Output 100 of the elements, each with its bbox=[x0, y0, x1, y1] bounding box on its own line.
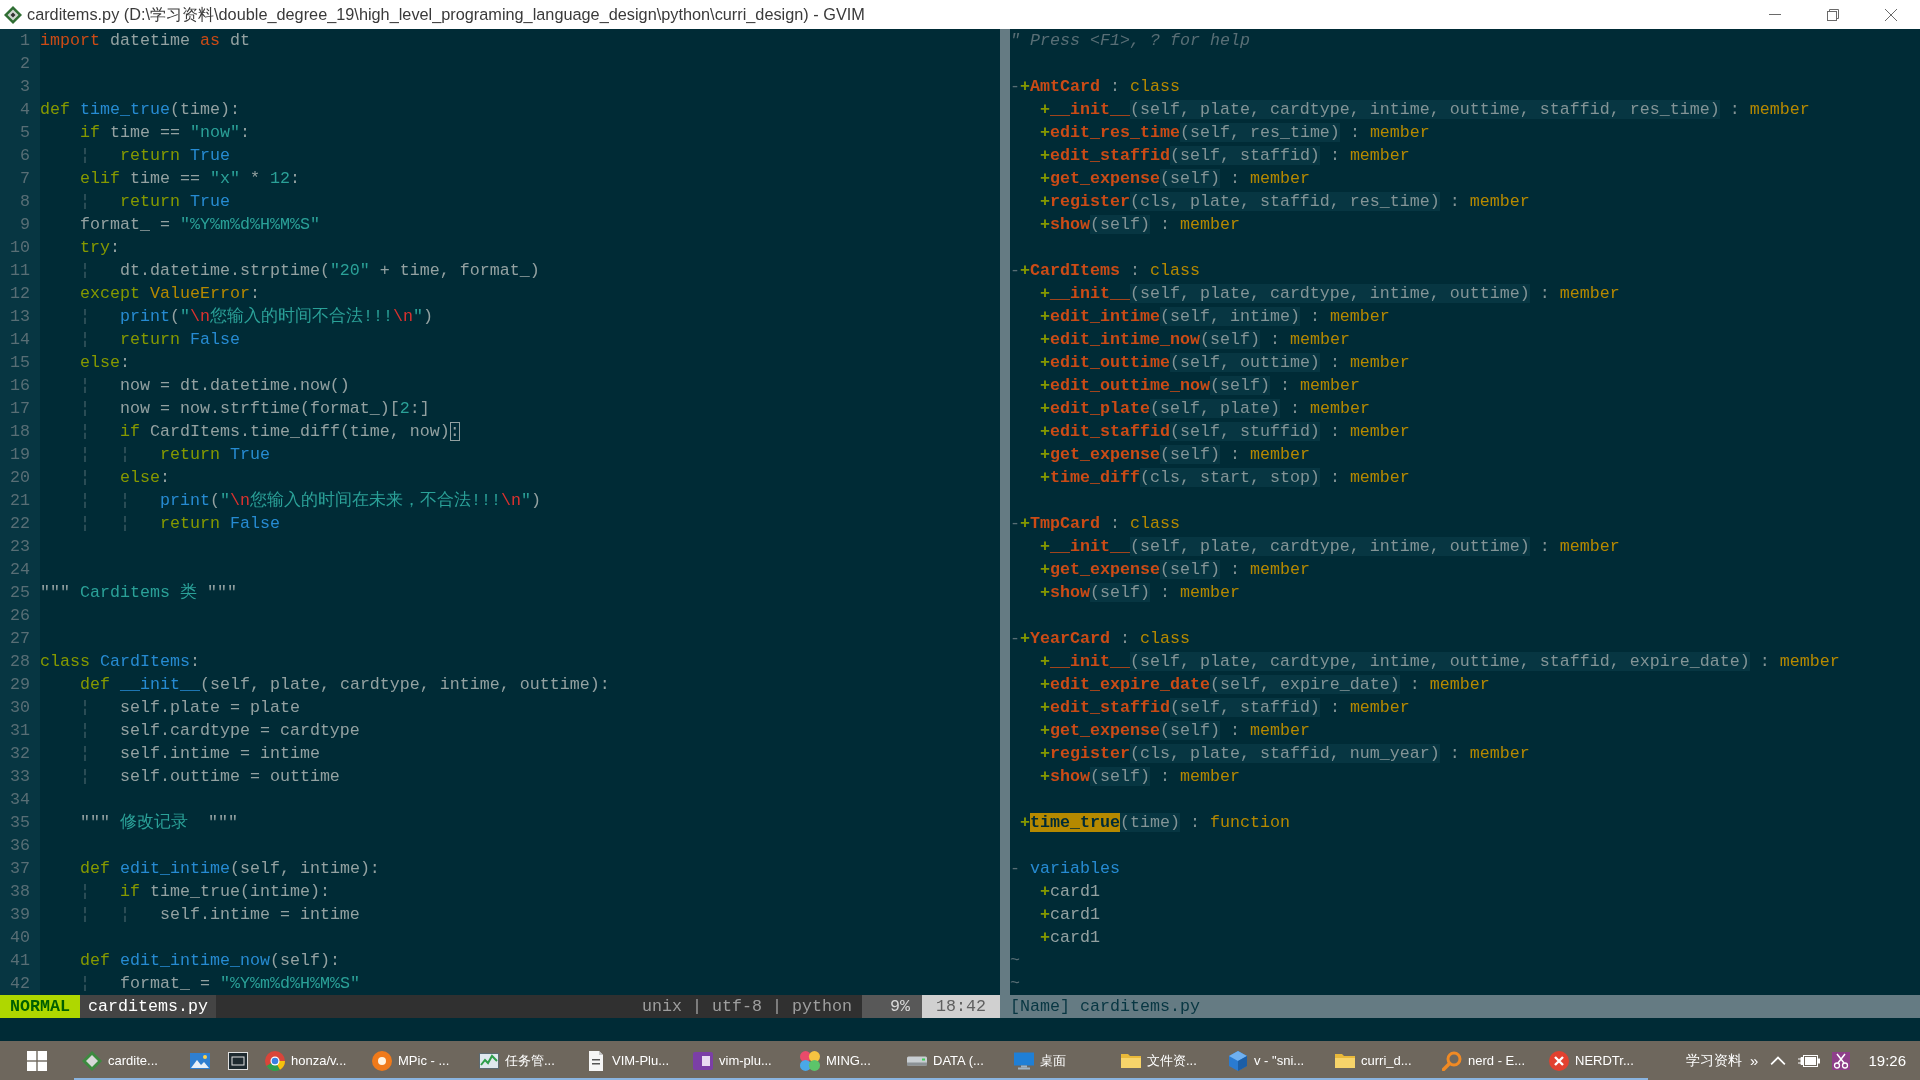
taskbar-button[interactable]: curri_d... bbox=[1327, 1041, 1434, 1080]
code-line: import datetime as dt bbox=[40, 30, 250, 52]
code-line: else: bbox=[80, 352, 130, 374]
file-info: unix | utf-8 | python bbox=[642, 996, 853, 1018]
search-icon bbox=[1442, 1050, 1462, 1071]
tag-entry[interactable]: +edit_outtime(self, outtime) : member bbox=[1040, 353, 1410, 372]
close-icon bbox=[1885, 8, 1897, 21]
code-line: ¦ ¦ print("\n您输入的时间在未来，不合法!!!\n") bbox=[80, 490, 541, 512]
taskbar-button[interactable]: 任务管... bbox=[471, 1041, 578, 1080]
tag-entry[interactable]: -+TmpCard : class bbox=[1010, 514, 1180, 533]
line-number: 35 bbox=[10, 813, 30, 832]
line-number: 28 bbox=[10, 652, 30, 671]
tag-entry[interactable]: +get_expense(self) : member bbox=[1040, 721, 1310, 740]
taskbar-button[interactable]: 文件资... bbox=[1113, 1041, 1220, 1080]
circle-icon bbox=[265, 1050, 285, 1071]
line-number: 42 bbox=[10, 974, 30, 993]
code-line: def time_true(time): bbox=[40, 99, 240, 121]
disc-icon bbox=[372, 1050, 392, 1071]
tag-entry[interactable]: +show(self) : member bbox=[1040, 767, 1240, 786]
line-number: 26 bbox=[10, 606, 30, 625]
scissors-icon[interactable] bbox=[1832, 1051, 1851, 1070]
tag-entry[interactable]: -+YearCard : class bbox=[1010, 629, 1190, 648]
tag-entry[interactable]: +edit_staffid(self, staffid) : member bbox=[1040, 146, 1410, 165]
tag-group-heading[interactable]: - variables bbox=[1010, 859, 1120, 878]
line-number: 5 bbox=[20, 123, 30, 142]
taskbar-button[interactable]: honza/v... bbox=[257, 1041, 364, 1080]
taskbar-button[interactable]: 桌面 bbox=[1006, 1041, 1113, 1080]
tag-entry[interactable]: +edit_plate(self, plate) : member bbox=[1040, 399, 1370, 418]
tag-entry[interactable]: -+AmtCard : class bbox=[1010, 77, 1180, 96]
line-number: 3 bbox=[20, 77, 30, 96]
taskbar-button[interactable]: cardite... bbox=[74, 1041, 181, 1080]
mode-indicator: NORMAL bbox=[0, 995, 80, 1018]
cross-icon bbox=[1549, 1050, 1569, 1071]
line-number: 14 bbox=[10, 330, 30, 349]
cursor-position: 18:42 bbox=[922, 995, 1000, 1018]
line-number: 9 bbox=[20, 215, 30, 234]
code-line: ¦ return True bbox=[80, 191, 230, 213]
tag-entry[interactable]: +card1 bbox=[1040, 905, 1100, 924]
line-number: 22 bbox=[10, 514, 30, 533]
help-hint: " Press <F1>, ? for help bbox=[1010, 31, 1250, 50]
line-number: 12 bbox=[10, 284, 30, 303]
code-line: ¦ format_ = "%Y%m%d%H%M%S" bbox=[80, 973, 360, 995]
taskbar-button[interactable]: VIM-Plu... bbox=[578, 1041, 685, 1080]
diamond-icon bbox=[82, 1050, 102, 1071]
taskbar-button[interactable]: MING... bbox=[792, 1041, 899, 1080]
line-number: 13 bbox=[10, 307, 30, 326]
toolbar-label[interactable]: 学习资料 bbox=[1686, 1051, 1743, 1070]
battery-icon[interactable] bbox=[1798, 1054, 1821, 1067]
taskbar-button[interactable]: vim-plu... bbox=[685, 1041, 792, 1080]
line-number: 4 bbox=[20, 100, 30, 119]
tag-entry[interactable]: +show(self) : member bbox=[1040, 583, 1240, 602]
tag-entry[interactable]: +card1 bbox=[1040, 928, 1100, 947]
tag-entry[interactable]: +edit_staffid(self, staffid) : member bbox=[1040, 698, 1410, 717]
clock: 19:26 bbox=[1868, 1052, 1906, 1069]
taskbar-button[interactable]: nerd - E... bbox=[1434, 1041, 1541, 1080]
code-line: ¦ self.plate = plate bbox=[80, 697, 300, 719]
tag-entry[interactable]: -+CardItems : class bbox=[1010, 261, 1200, 280]
code-line: ¦ now = dt.datetime.now() bbox=[80, 375, 350, 397]
code-line: ¦ return True bbox=[80, 145, 230, 167]
tag-entry[interactable]: +time_diff(cls, start, stop) : member bbox=[1040, 468, 1410, 487]
tag-entry[interactable]: +edit_outtime_now(self) : member bbox=[1040, 376, 1360, 395]
diamond-icon bbox=[4, 5, 22, 24]
minimize-icon bbox=[1769, 14, 1781, 15]
picture-icon bbox=[190, 1050, 210, 1071]
line-number: 8 bbox=[20, 192, 30, 211]
code-line: try: bbox=[80, 237, 120, 259]
tag-entry[interactable]: +edit_intime_now(self) : member bbox=[1040, 330, 1350, 349]
tag-entry[interactable]: +show(self) : member bbox=[1040, 215, 1240, 234]
line-number: 34 bbox=[10, 790, 30, 809]
line-number: 7 bbox=[20, 169, 30, 188]
tag-entry[interactable]: +edit_expire_date(self, expire_date) : member bbox=[1040, 675, 1490, 694]
tag-entry[interactable]: +edit_staffid(self, stuffid) : member bbox=[1040, 422, 1410, 441]
line-number: 24 bbox=[10, 560, 30, 579]
end-of-buffer-marker: ~ bbox=[1010, 951, 1020, 970]
code-line: """ Carditems 类 """ bbox=[40, 582, 237, 604]
tag-entry[interactable]: +edit_intime(self, intime) : member bbox=[1040, 307, 1390, 326]
tag-entry[interactable]: +edit_res_time(self, res_time) : member bbox=[1040, 123, 1430, 142]
tag-entry[interactable]: +get_expense(self) : member bbox=[1040, 169, 1310, 188]
line-number: 20 bbox=[10, 468, 30, 487]
tag-entry[interactable]: +card1 bbox=[1040, 882, 1100, 901]
taskbar-button[interactable]: DATA (... bbox=[899, 1041, 1006, 1080]
file-name: carditems.py bbox=[80, 995, 216, 1018]
line-number: 41 bbox=[10, 951, 30, 970]
code-line: ¦ self.cardtype = cardtype bbox=[80, 720, 360, 742]
taskbar-button[interactable]: MPic - ... bbox=[364, 1041, 471, 1080]
line-number: 6 bbox=[20, 146, 30, 165]
code-line: """ 修改记录 """ bbox=[80, 812, 238, 834]
taskbar-button[interactable]: NERDTr... bbox=[1541, 1041, 1648, 1080]
code-line: ¦ self.intime = intime bbox=[80, 743, 320, 765]
line-number: 40 bbox=[10, 928, 30, 947]
tag-entry[interactable]: +get_expense(self) : member bbox=[1040, 445, 1310, 464]
code-line: def edit_intime_now(self): bbox=[80, 950, 340, 972]
chart-icon bbox=[479, 1050, 499, 1071]
tag-entry[interactable]: +get_expense(self) : member bbox=[1040, 560, 1310, 579]
chevron-up-icon[interactable] bbox=[1770, 1055, 1787, 1066]
taskbar-button[interactable]: v - "sni... bbox=[1220, 1041, 1327, 1080]
line-number: 2 bbox=[20, 54, 30, 73]
cube-icon bbox=[1228, 1050, 1248, 1071]
line-number: 31 bbox=[10, 721, 30, 740]
overflow-button[interactable]: » bbox=[1750, 1052, 1759, 1069]
